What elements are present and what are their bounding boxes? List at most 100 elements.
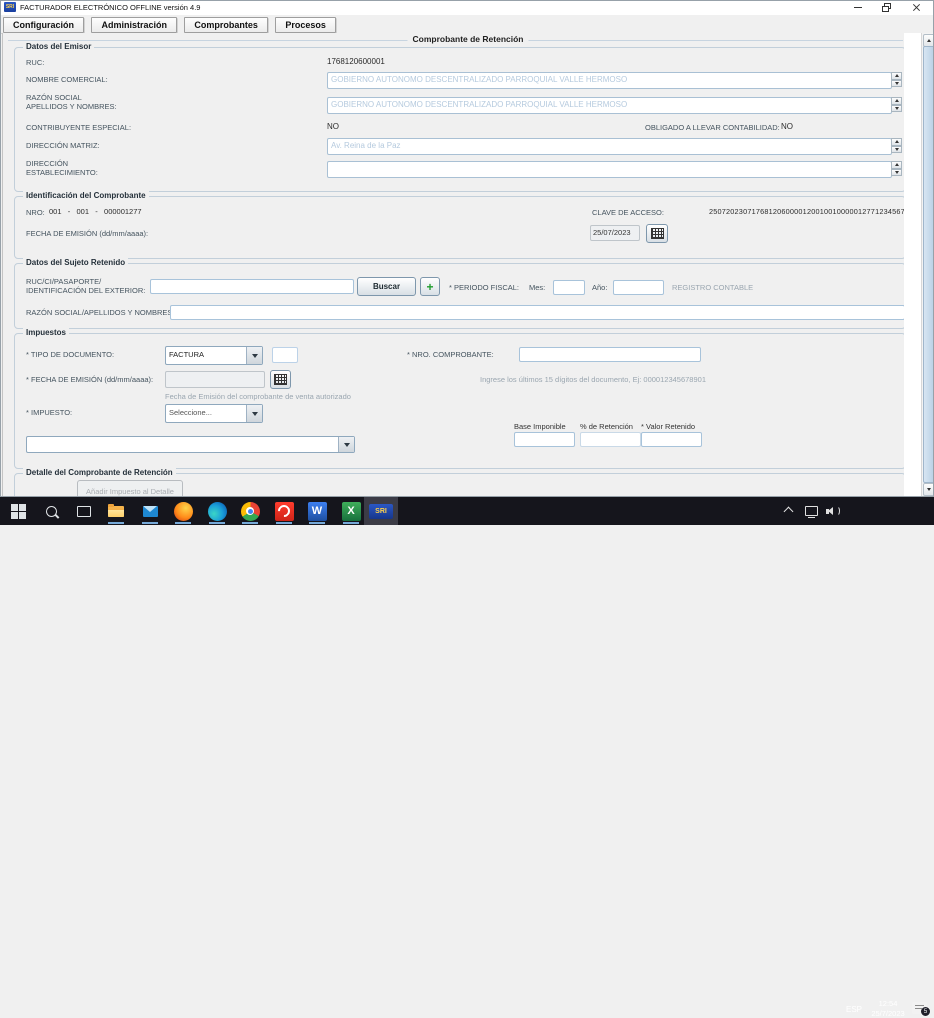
nombre-comercial-field[interactable]: GOBIERNO AUTONOMO DESCENTRALIZADO PARROQ… [327,72,892,89]
razon-social-label-2: APELLIDOS Y NOMBRES: [26,102,117,111]
spin-down-icon[interactable] [891,105,902,113]
col-porcentaje-retencion: % de Retención [580,422,633,431]
tray-chevron-button[interactable] [780,500,796,522]
arrow-down-icon [927,488,931,491]
window-title: FACTURADOR ELECTRÓNICO OFFLINE versión 4… [20,0,200,15]
fecha-emision-field[interactable]: 25/07/2023 [590,225,640,241]
tipo-documento-select[interactable]: FACTURA [165,346,263,365]
valor-retenido-input[interactable] [641,432,702,447]
excel-button[interactable]: X [340,500,362,522]
mail-button[interactable] [139,500,161,522]
identificacion-sujeto-label-1: RUC/CI/PASAPORTE/ [26,277,101,286]
mes-label: Mes: [529,283,545,292]
direccion-establecimiento-field[interactable] [327,161,892,178]
group-title: Impuestos [23,328,69,337]
search-button[interactable] [40,500,62,522]
razon-social-spinner[interactable] [891,97,902,112]
calendar-icon [651,228,664,239]
tipo-documento-label: * TIPO DE DOCUMENTO: [26,350,114,359]
firefox-button[interactable] [172,500,194,522]
word-button[interactable]: W [306,500,328,522]
menu-procesos[interactable]: Procesos [275,17,336,33]
fecha-emision-hint: Fecha de Emisión del comprobante de vent… [165,392,351,401]
chevron-up-icon [783,506,793,516]
add-sujeto-button[interactable]: + [420,277,440,296]
menu-configuracion[interactable]: Configuración [3,17,84,33]
task-view-button[interactable] [73,500,95,522]
file-explorer-button[interactable] [105,500,127,522]
anadir-impuesto-button[interactable]: Añadir Impuesto al Detalle [77,480,183,497]
razon-social-label-1: RAZÓN SOCIAL [26,93,82,102]
spin-up-icon[interactable] [891,72,902,80]
spin-up-icon[interactable] [891,97,902,105]
fecha-emision-doc-field[interactable] [165,371,265,388]
razon-social-sujeto-input[interactable] [170,305,905,320]
sri-app-button[interactable]: SRI [364,497,398,525]
mes-input[interactable] [553,280,585,295]
title-bar: SRI FACTURADOR ELECTRÓNICO OFFLINE versi… [0,0,934,16]
acrobat-icon [275,502,294,521]
anio-label: Año: [592,283,607,292]
vertical-scrollbar[interactable] [921,33,934,497]
acrobat-button[interactable] [273,500,295,522]
menu-administracion[interactable]: Administración [91,17,177,33]
chrome-icon [241,502,260,521]
spin-down-icon[interactable] [891,169,902,177]
base-imponible-input[interactable] [514,432,575,447]
group-impuestos: Impuestos * TIPO DE DOCUMENTO: FACTURA *… [14,333,906,469]
language-indicator[interactable]: ESP [846,1005,862,1014]
fecha-emision-label: FECHA DE EMISIÓN (dd/mm/aaaa): [26,229,148,238]
calendar-button[interactable] [270,370,291,389]
clock[interactable]: 12:54 25/7/2023 [866,999,910,1018]
scroll-down-button[interactable] [923,483,934,496]
calendar-button[interactable] [646,224,668,243]
group-title: Datos del Sujeto Retenido [23,258,128,267]
calendar-icon [274,374,287,385]
notification-center-button[interactable]: 5 [912,1002,927,1014]
nombre-comercial-spinner[interactable] [891,72,902,87]
chevron-down-icon[interactable] [246,405,262,422]
codigo-retencion-select[interactable] [26,436,355,453]
razon-social-field[interactable]: GOBIERNO AUTONOMO DESCENTRALIZADO PARROQ… [327,97,892,114]
restore-button[interactable] [874,0,898,15]
impuesto-select[interactable]: Seleccione... [165,404,263,423]
windows-logo-icon [11,504,26,519]
nro-value: 001 - 001 - 000001277 [49,207,142,216]
registro-contable-label: REGISTRO CONTABLE [672,283,753,292]
direccion-matriz-field[interactable]: Av. Reina de la Paz [327,138,892,155]
excel-icon: X [342,502,361,521]
spin-down-icon[interactable] [891,80,902,88]
obligado-contabilidad-label: OBLIGADO A LLEVAR CONTABILIDAD: [645,123,780,132]
network-tray-button[interactable] [803,500,819,522]
porcentaje-retencion-input[interactable] [580,432,641,447]
edge-button[interactable] [206,500,228,522]
tipo-documento-code-box[interactable] [272,347,298,363]
chevron-down-icon[interactable] [338,437,354,452]
nro-comprobante-input[interactable] [519,347,701,362]
spin-up-icon[interactable] [891,138,902,146]
chevron-down-icon[interactable] [246,347,262,364]
spin-down-icon[interactable] [891,146,902,154]
network-icon [805,506,818,516]
minimize-button[interactable] [846,0,870,15]
minimize-icon [854,7,862,8]
start-button[interactable] [7,500,29,522]
direccion-establecimiento-spinner[interactable] [891,161,902,176]
volume-tray-button[interactable] [824,500,842,522]
fecha-emision-doc-label: * FECHA DE EMISIÓN (dd/mm/aaaa): [26,375,153,384]
group-sujeto-retenido: Datos del Sujeto Retenido RUC/CI/PASAPOR… [14,263,906,329]
menu-bar: Configuración Administración Comprobante… [0,15,934,34]
col-valor-retenido: * Valor Retenido [641,422,695,431]
anio-input[interactable] [613,280,664,295]
word-icon: W [308,502,327,521]
scrollbar-thumb[interactable] [923,46,934,483]
chrome-button[interactable] [239,500,261,522]
buscar-button[interactable]: Buscar [357,277,416,296]
identificacion-sujeto-input[interactable] [150,279,354,294]
close-button[interactable] [904,0,928,15]
spin-up-icon[interactable] [891,161,902,169]
direccion-matriz-spinner[interactable] [891,138,902,153]
sri-icon: SRI [369,504,393,519]
taskbar: W X SRI ESP 12:54 25/7/2023 5 [0,497,934,525]
menu-comprobantes[interactable]: Comprobantes [184,17,268,33]
